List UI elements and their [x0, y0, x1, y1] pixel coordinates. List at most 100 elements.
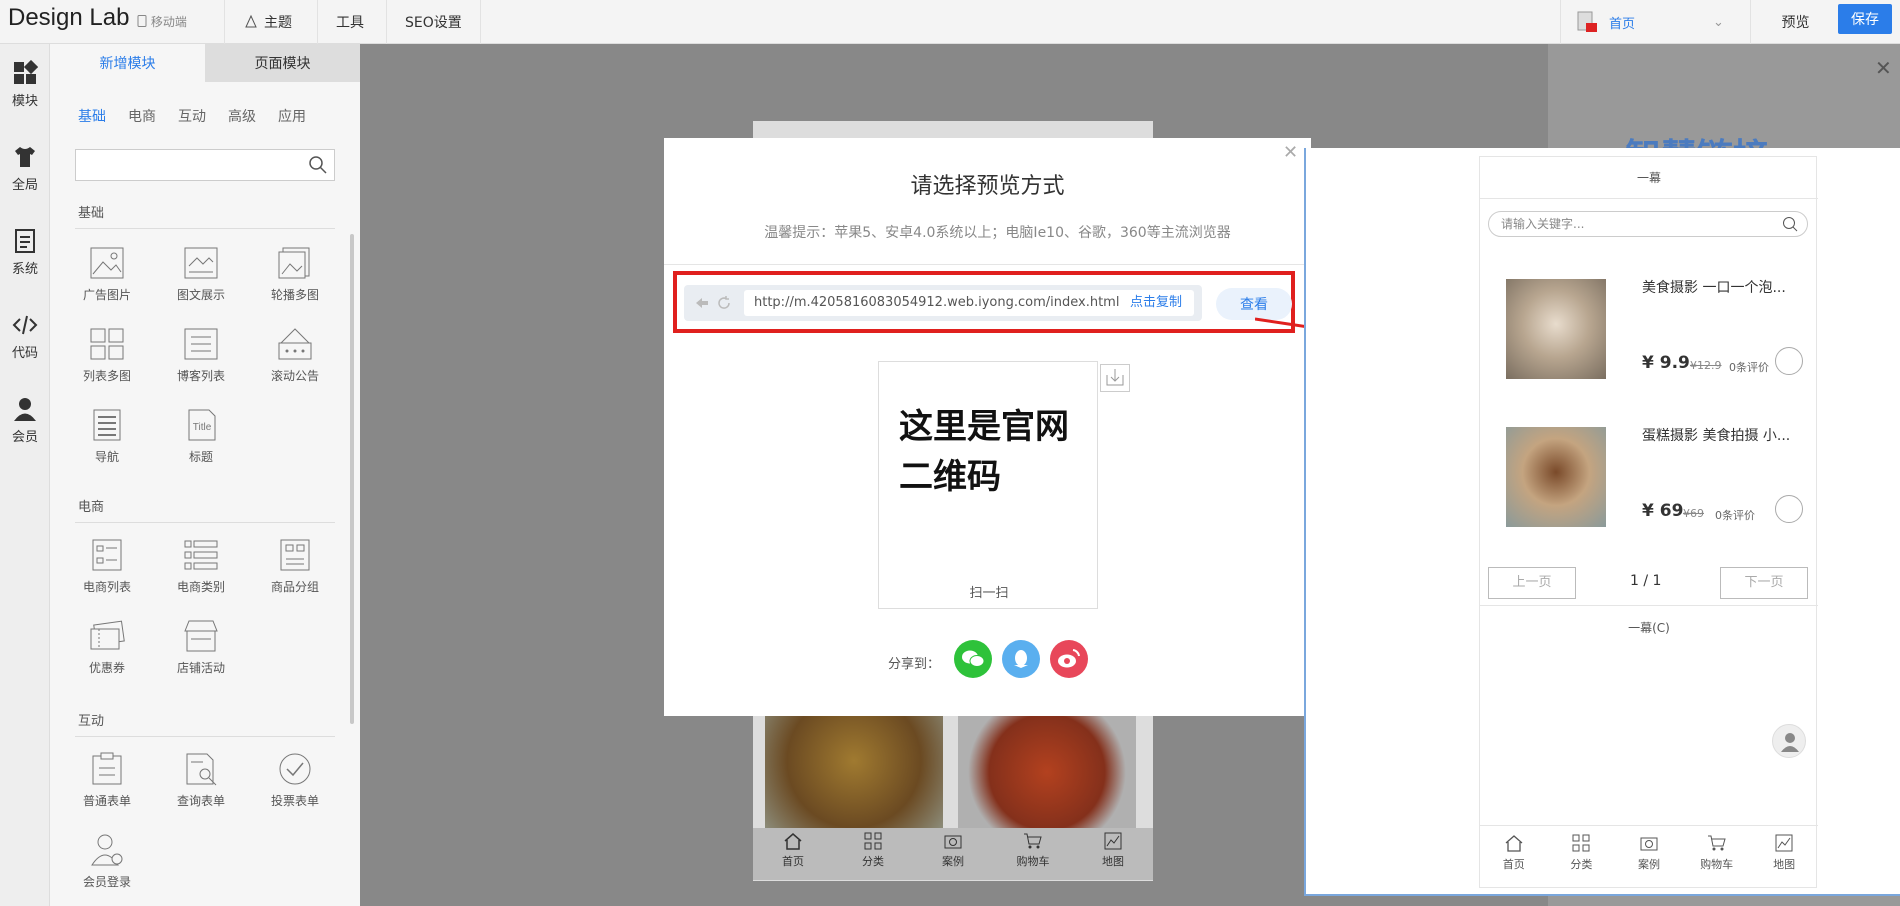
preview-nav-cart[interactable]: 购物车	[1683, 826, 1751, 889]
canvas-nav-cases[interactable]: 案例	[913, 828, 993, 880]
rail-member[interactable]: 会员	[0, 396, 50, 445]
modal-close-icon[interactable]: ✕	[1283, 142, 1298, 163]
add-to-cart-icon[interactable]	[1775, 347, 1803, 375]
prev-page-button[interactable]: 上一页	[1488, 567, 1576, 599]
canvas-nav-cart[interactable]: 购物车	[993, 828, 1073, 880]
module-label: 投票表单	[270, 794, 319, 808]
subtabs: 基础 电商 互动 高级 应用	[78, 106, 306, 126]
divider	[75, 228, 335, 229]
module-carousel[interactable]: 轮播多图	[255, 246, 335, 303]
module-list-images[interactable]: 列表多图	[67, 327, 147, 384]
save-button[interactable]: 保存	[1838, 4, 1892, 34]
nav-seo-label: SEO设置	[405, 15, 462, 31]
close-icon[interactable]: ✕	[1875, 56, 1892, 80]
qq-icon[interactable]	[1002, 640, 1040, 678]
nav-theme[interactable]: 主题	[224, 0, 310, 44]
modules-icon	[14, 60, 38, 84]
brand-logo[interactable]: Design Lab	[8, 4, 129, 32]
module-product-group[interactable]: 商品分组	[255, 538, 335, 595]
subtab-ecom[interactable]: 电商	[128, 106, 156, 126]
category-icon	[864, 832, 882, 850]
module-blog-list[interactable]: 博客列表	[161, 327, 241, 384]
search-placeholder: 请输入关键字...	[1501, 217, 1585, 231]
avatar[interactable]	[1772, 724, 1806, 758]
mobile-label: 移动端	[150, 15, 187, 29]
copy-link-button[interactable]: 点击复制	[1130, 290, 1182, 316]
chevron-down-icon: ⌄	[1713, 14, 1724, 30]
refresh-icon[interactable]	[716, 295, 732, 311]
product-name[interactable]: 美食摄影 一口一个泡...	[1642, 277, 1786, 297]
title-icon: Title	[188, 409, 216, 441]
subtab-interactive[interactable]: 互动	[178, 106, 206, 126]
module-member-login[interactable]: 会员登录	[67, 833, 147, 890]
rail-system-label: 系统	[11, 262, 38, 277]
rail-code[interactable]: 代码	[0, 312, 50, 361]
rail-global-label: 全局	[11, 178, 38, 193]
canvas-nav-label: 首页	[782, 855, 804, 868]
preview-nav-cases[interactable]: 案例	[1615, 826, 1683, 889]
nav-seo[interactable]: SEO设置	[386, 0, 481, 44]
module-coupon[interactable]: 优惠券	[67, 619, 147, 676]
preview-nav-home[interactable]: 首页	[1480, 826, 1548, 889]
map-icon	[1775, 834, 1793, 852]
rail-global[interactable]: 全局	[0, 144, 50, 193]
query-form-icon	[186, 753, 217, 786]
tab-page-module[interactable]: 页面模块	[205, 44, 360, 82]
section-ecom: 电商	[78, 500, 105, 515]
subtab-basic[interactable]: 基础	[78, 106, 106, 126]
search-icon[interactable]	[308, 155, 328, 175]
module-marquee[interactable]: 滚动公告	[255, 327, 335, 384]
module-vote-form[interactable]: 投票表单	[255, 752, 335, 809]
preview-nav-label: 分类	[1570, 858, 1593, 871]
download-icon[interactable]	[1100, 364, 1130, 392]
module-form[interactable]: 普通表单	[67, 752, 147, 809]
product-image[interactable]	[1506, 279, 1606, 379]
canvas-nav-home[interactable]: 首页	[753, 828, 833, 880]
subtab-advanced[interactable]: 高级	[228, 106, 256, 126]
add-to-cart-icon[interactable]	[1775, 495, 1803, 523]
preview-nav-category[interactable]: 分类	[1548, 826, 1616, 889]
rail-member-label: 会员	[11, 430, 38, 445]
product-name[interactable]: 蛋糕摄影 美食拍摄 小...	[1642, 425, 1790, 445]
image-text-icon	[184, 247, 218, 279]
module-title[interactable]: Title 标题	[161, 408, 241, 465]
page-selector[interactable]: 首页 ⌄	[1560, 0, 1750, 44]
back-arrow-icon[interactable]	[694, 295, 710, 311]
svg-text:Title: Title	[193, 422, 212, 433]
nav-tools[interactable]: 工具	[317, 0, 382, 44]
canvas-nav-category[interactable]: 分类	[833, 828, 913, 880]
product-item[interactable]: 美食摄影 一口一个泡... ¥ 9.9 ¥12.9 0条评价	[1480, 257, 1818, 405]
subtab-apps[interactable]: 应用	[278, 106, 306, 126]
wechat-icon[interactable]	[954, 640, 992, 678]
apple-image	[958, 716, 1136, 828]
preview-button[interactable]: 预览	[1750, 0, 1840, 44]
preview-nav-label: 地图	[1773, 858, 1796, 871]
weibo-icon[interactable]	[1050, 640, 1088, 678]
preview-search-input[interactable]: 请输入关键字...	[1488, 211, 1808, 237]
module-query-form[interactable]: 查询表单	[161, 752, 241, 809]
module-ecom-category[interactable]: 电商类别	[161, 538, 241, 595]
module-image-text[interactable]: 图文展示	[161, 246, 241, 303]
home-icon	[784, 833, 802, 850]
url-field[interactable]: http://m.4205816083054912.web.iyong.com/…	[744, 290, 1194, 316]
search-icon[interactable]	[1781, 215, 1799, 233]
panel-scrollbar[interactable]	[350, 234, 354, 724]
module-ecom-list[interactable]: 电商列表	[67, 538, 147, 595]
mobile-switch[interactable]: 移动端	[137, 13, 187, 30]
canvas-nav-map[interactable]: 地图	[1073, 828, 1153, 880]
module-store-activity[interactable]: 店铺活动	[161, 619, 241, 676]
preview-nav-map[interactable]: 地图	[1750, 826, 1818, 889]
module-label: 优惠券	[88, 661, 125, 675]
module-navigation[interactable]: 导航	[67, 408, 147, 465]
tab-new-module[interactable]: 新增模块	[50, 44, 205, 82]
product-item[interactable]: 蛋糕摄影 美食拍摄 小... ¥ 69 ¥69 0条评价	[1480, 405, 1818, 553]
rail-modules[interactable]: 模块	[0, 60, 50, 109]
qr-scan-label: 扫一扫	[969, 586, 1009, 601]
module-ad-image[interactable]: 广告图片	[67, 246, 147, 303]
share-label: 分享到：	[888, 657, 941, 672]
module-search-input[interactable]	[75, 149, 335, 181]
module-label: 店铺活动	[176, 661, 225, 675]
product-image[interactable]	[1506, 427, 1606, 527]
next-page-button[interactable]: 下一页	[1720, 567, 1808, 599]
rail-system[interactable]: 系统	[0, 228, 50, 277]
